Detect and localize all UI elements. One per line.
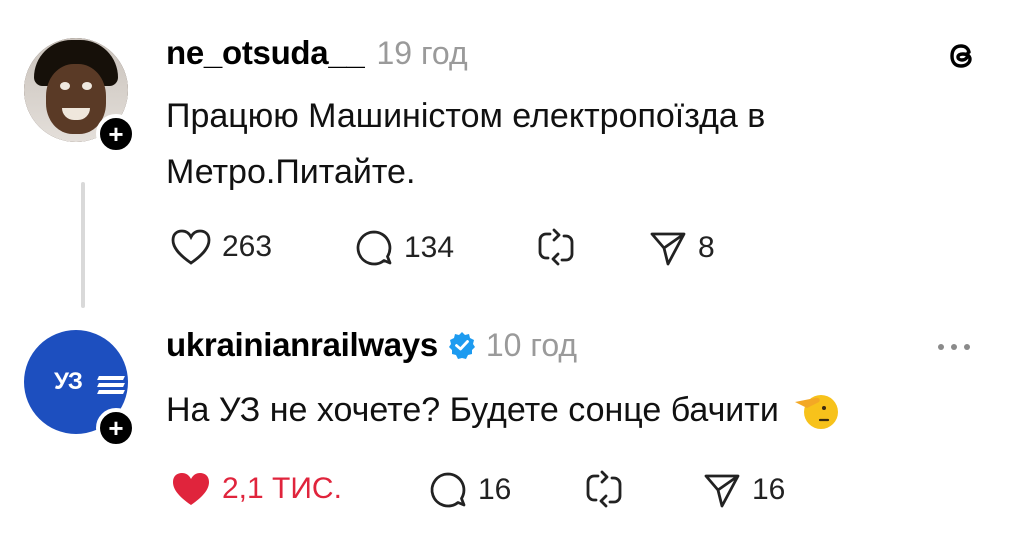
post-text-line: Працюю Машиністом електропоїзда в [166, 97, 766, 135]
like-count: 2,1 ТИС. [222, 472, 342, 505]
repost-icon [586, 470, 622, 508]
post-username[interactable]: ne_otsuda__ [166, 34, 365, 72]
send-icon [704, 474, 740, 508]
comment-icon [356, 230, 392, 266]
reply-button[interactable]: 16 [428, 470, 511, 510]
comment-icon [430, 472, 466, 508]
post-text-line: На УЗ не хочете? Будете сонце бачити [166, 391, 779, 429]
post-text: Працюю Машиністом електропоїзда в Метро.… [166, 88, 765, 200]
threads-logo-icon[interactable] [944, 38, 980, 74]
more-options-icon[interactable] [938, 344, 970, 350]
post-timestamp: 19 год [376, 35, 468, 71]
follow-plus-button[interactable]: + [96, 114, 136, 154]
post-timestamp: 10 год [485, 326, 578, 363]
like-button[interactable]: 2,1 ТИС. [170, 470, 342, 508]
share-count: 16 [752, 473, 786, 506]
like-count: 263 [222, 230, 273, 263]
saluting-face-emoji-icon [794, 395, 838, 429]
share-button[interactable]: 8 [648, 228, 715, 268]
heart-icon [171, 229, 211, 265]
post-username[interactable]: ukrainianrailways [166, 326, 438, 364]
post-text-line: Метро.Питайте. [166, 153, 416, 191]
heart-filled-icon [173, 473, 209, 505]
share-button[interactable]: 16 [702, 470, 785, 510]
reply-button[interactable]: 134 [354, 228, 454, 268]
share-count: 8 [698, 231, 715, 264]
thread-connector-line [81, 182, 85, 308]
repost-button[interactable] [536, 226, 576, 268]
verified-badge-icon [448, 332, 475, 359]
reply-count: 134 [404, 231, 455, 264]
uz-logo-stripes [97, 376, 125, 394]
like-button[interactable]: 263 [170, 228, 272, 266]
repost-icon [538, 228, 574, 266]
send-icon [650, 232, 686, 266]
repost-button[interactable] [584, 468, 624, 510]
post-text: На УЗ не хочете? Будете сонце бачити [166, 382, 839, 438]
reply-count: 16 [478, 473, 512, 506]
follow-plus-button[interactable]: + [96, 408, 136, 448]
